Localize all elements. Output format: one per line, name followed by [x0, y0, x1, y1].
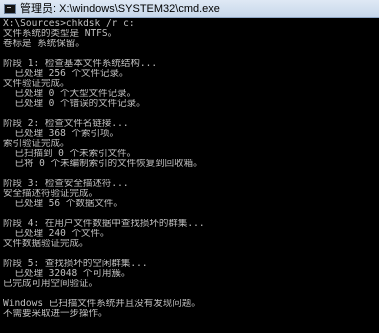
console-line: 安全描述符验证完成。 — [3, 189, 99, 199]
console-output[interactable]: X:\Sources>chkdsk /r c: 文件系统的类型是 NTFS。 卷… — [0, 18, 379, 333]
console-line: 阶段 2: 检查文件名链接... — [3, 119, 129, 129]
console-line: 文件验证完成。 — [3, 79, 70, 89]
console-line: 已完成可用空间验证。 — [3, 279, 99, 289]
window-title: 管理员: X:\windows\SYSTEM32\cmd.exe — [20, 2, 220, 15]
console-line: 已处理 0 个大型文件记录。 — [3, 89, 137, 99]
console-line: 阶段 5: 查找损坏的空闲群集... — [3, 259, 148, 269]
console-line: 已处理 256 个文件记录。 — [3, 69, 129, 79]
console-line: 已处理 368 个索引项。 — [3, 129, 120, 139]
cmd-icon — [4, 3, 16, 14]
console-line: 已处理 240 个文件。 — [3, 229, 110, 239]
console-line: 索引验证完成。 — [3, 139, 70, 149]
console-line: 不需要采取进一步操作。 — [3, 309, 108, 319]
console-line: 已将 0 个未编制索引的文件恢复到回收箱。 — [3, 159, 203, 169]
console-line: 已处理 0 个错误的文件记录。 — [3, 99, 146, 109]
console-line: 已处理 56 个数据文件。 — [3, 199, 123, 209]
console-line: 已处理 32048 个可用簇。 — [3, 269, 131, 279]
console-line: 文件系统的类型是 NTFS。 — [3, 29, 118, 39]
console-line: X:\Sources>chkdsk /r c: — [3, 19, 135, 29]
console-line: 阶段 3: 检查安全描述符... — [3, 179, 129, 189]
console-line: 阶段 1: 检查基本文件系统结构... — [3, 59, 158, 69]
console-line: Windows 已扫描文件系统并且没有发现问题。 — [3, 299, 201, 309]
console-line: 文件数据验证完成。 — [3, 239, 89, 249]
console-line: 已扫描到 0 个未索引文件。 — [3, 149, 137, 159]
console-line: 阶段 4: 在用户文件数据中查找损坏的群集... — [3, 219, 205, 229]
console-line: 卷标是 系统保留。 — [3, 39, 85, 49]
cmd-window: 管理员: X:\windows\SYSTEM32\cmd.exe X:\Sour… — [0, 0, 379, 333]
title-bar[interactable]: 管理员: X:\windows\SYSTEM32\cmd.exe — [0, 0, 379, 18]
